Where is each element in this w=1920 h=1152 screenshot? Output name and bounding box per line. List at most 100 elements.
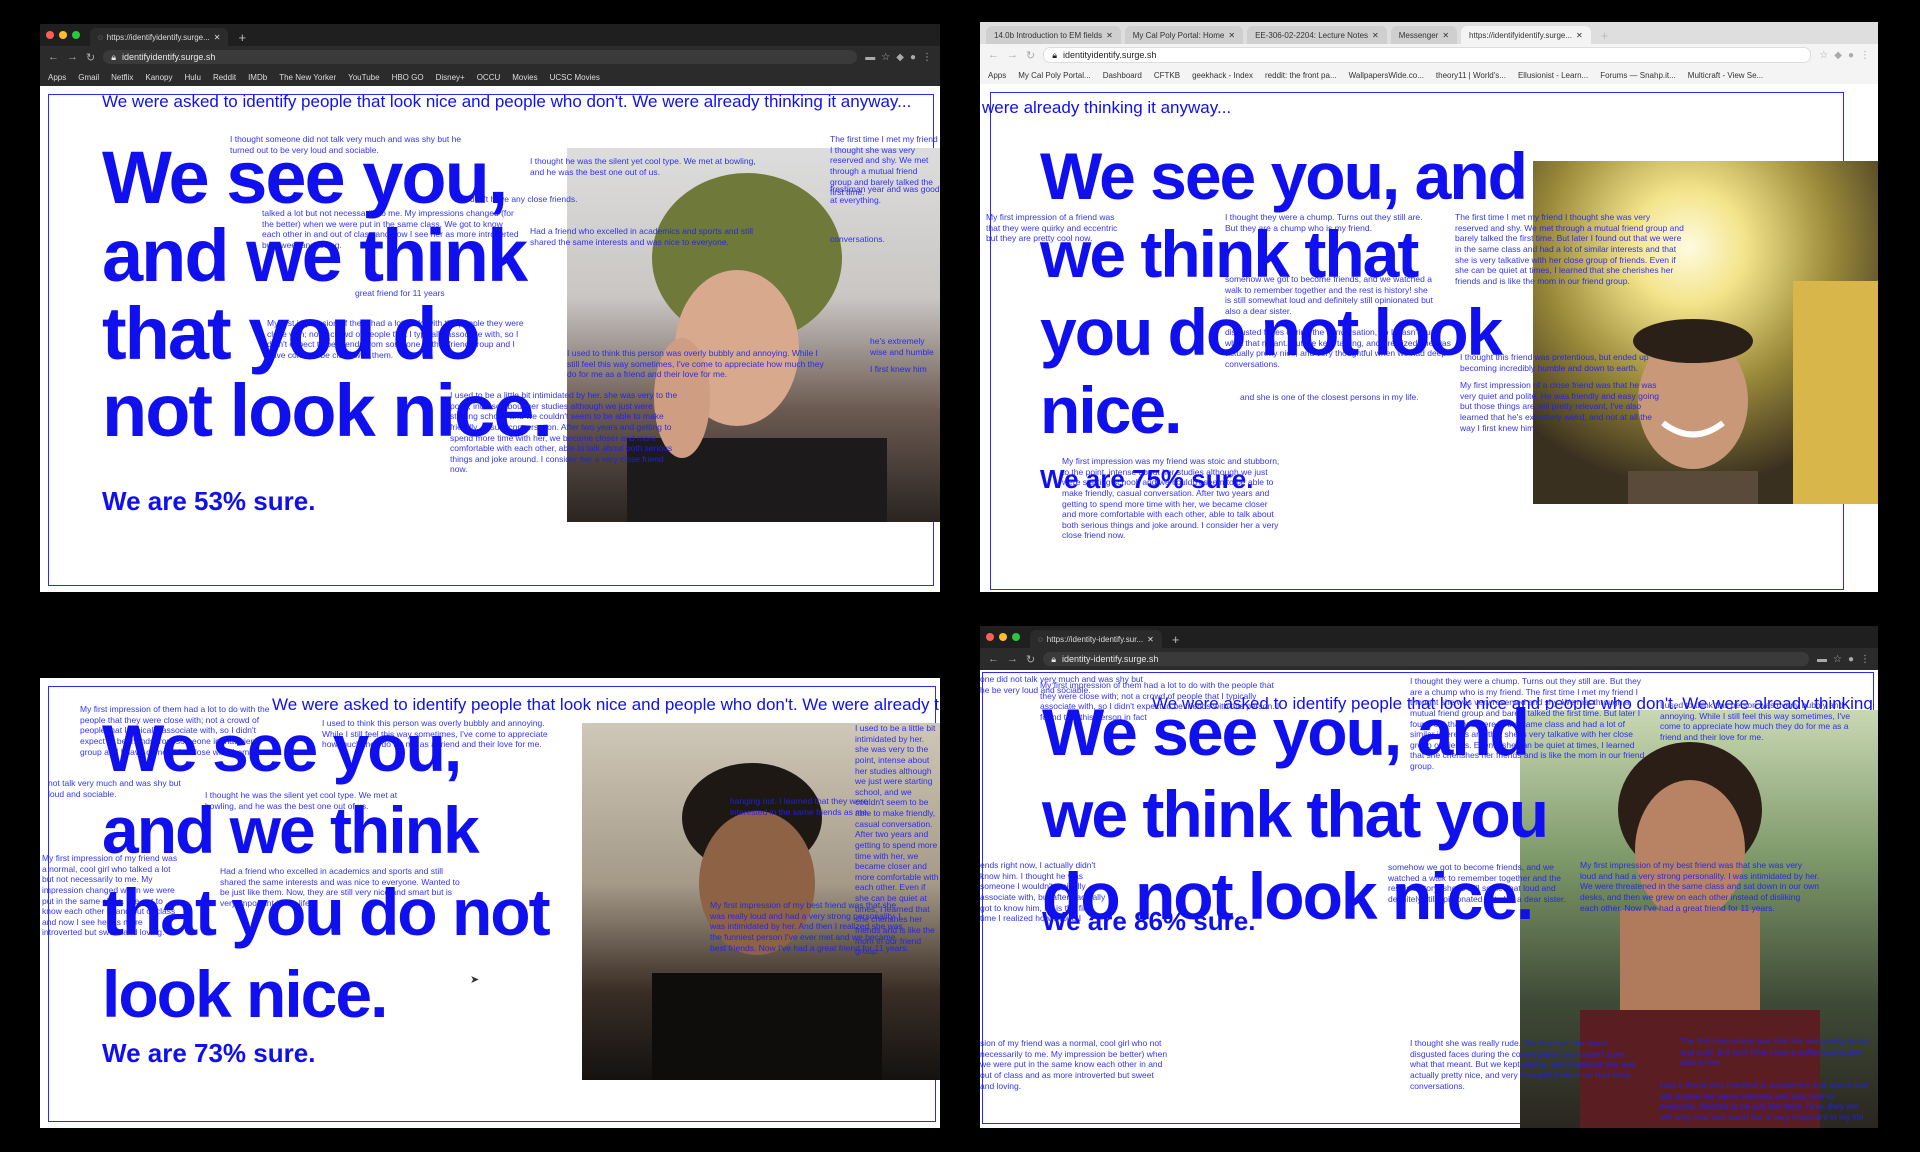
close-tab-icon[interactable]: ✕: [1442, 31, 1449, 40]
close-tab-icon[interactable]: ✕: [214, 33, 221, 42]
star-icon[interactable]: ☆: [1833, 654, 1842, 665]
minimize-window-button[interactable]: [999, 633, 1007, 641]
forward-icon[interactable]: →: [1007, 653, 1018, 665]
extension-icon[interactable]: ◆: [896, 52, 904, 63]
confidence-text: We are 75% sure.: [1040, 464, 1254, 494]
forward-icon[interactable]: →: [67, 51, 78, 63]
lock-icon: 🔒︎: [1051, 653, 1057, 664]
profile-avatar[interactable]: ●: [1848, 654, 1854, 665]
new-tab-button[interactable]: +: [1595, 26, 1615, 44]
bookmark-item[interactable]: Movies: [512, 73, 537, 82]
impression-text: My first impression of my best friend wa…: [1580, 860, 1820, 913]
bookmark-item[interactable]: The New Yorker: [279, 73, 336, 82]
address-bar-row: ← → ↻ 🔒︎ identity-identify.surge.sh ▬ ☆ …: [980, 648, 1878, 670]
browser-tab[interactable]: 14.0b Introduction to EM fields ✕: [986, 26, 1121, 44]
url-input[interactable]: 🔒︎ identifyidentify.surge.sh: [103, 50, 858, 64]
bookmarks-bar: Apps My Cal Poly Portal... Dashboard CFTKB g…: [980, 66, 1878, 85]
impression-text: freshman year and was good at everything…: [830, 184, 940, 205]
headline-line: nice.: [1040, 373, 1182, 448]
menu-icon[interactable]: ⋮: [922, 52, 932, 63]
close-tab-icon[interactable]: ✕: [1106, 31, 1113, 40]
confidence-text: We are 73% sure.: [102, 1038, 316, 1068]
url-text: identity-identify.surge.sh: [1062, 654, 1159, 664]
extension-icon[interactable]: ◆: [1834, 50, 1842, 61]
headline-line: We see you,: [102, 136, 508, 219]
star-icon[interactable]: ☆: [881, 52, 890, 63]
headline: We see you, and we think that you do not…: [1040, 139, 1528, 448]
web-page: were already thinking it anyway... My fi…: [980, 84, 1878, 592]
close-tab-icon[interactable]: ✕: [1576, 31, 1583, 40]
bookmark-item[interactable]: Netflix: [111, 73, 133, 82]
impression-text: hanging out. I learned that they were in…: [730, 796, 870, 817]
web-page: We were asked to identify people that lo…: [980, 670, 1878, 1128]
profile-avatar[interactable]: ●: [910, 52, 916, 63]
maximize-window-button[interactable]: [1012, 633, 1020, 641]
back-icon[interactable]: ←: [988, 653, 999, 665]
ticker-text: were already thinking it anyway...: [982, 98, 1232, 117]
screenshot-window-4: ◌ https://identity-identify.sur... ✕ + ←…: [980, 626, 1878, 1128]
profile-avatar[interactable]: ●: [1848, 50, 1854, 61]
camera-icon[interactable]: ▬: [1817, 654, 1827, 665]
bookmark-item[interactable]: theory11 | World's...: [1436, 71, 1506, 80]
reload-icon[interactable]: ↻: [86, 51, 95, 64]
reload-icon[interactable]: ↻: [1026, 653, 1035, 666]
bookmark-item[interactable]: HBO GO: [392, 73, 424, 82]
back-icon[interactable]: ←: [988, 49, 999, 61]
camera-icon[interactable]: ▬: [865, 52, 875, 63]
browser-tab[interactable]: Messenger ✕: [1390, 26, 1458, 44]
browser-chrome: 14.0b Introduction to EM fields ✕ My Cal P…: [980, 22, 1878, 85]
bookmark-item[interactable]: Forums — Snahp.it...: [1600, 71, 1676, 80]
close-tab-icon[interactable]: ✕: [1147, 635, 1154, 644]
bookmark-item[interactable]: CFTKB: [1154, 71, 1180, 80]
url-input[interactable]: 🔒︎ identityidentify.surge.sh: [1043, 47, 1812, 63]
star-icon[interactable]: ☆: [1819, 50, 1828, 61]
bookmark-item[interactable]: WallpapersWide.co...: [1349, 71, 1424, 80]
bookmark-item[interactable]: UCSC Movies: [550, 73, 600, 82]
bookmark-item[interactable]: Apps: [988, 71, 1006, 80]
bookmark-item[interactable]: geekhack - Index: [1192, 71, 1253, 80]
browser-tab[interactable]: ◌ https://identifyidentify.surge... ✕: [90, 28, 229, 46]
impression-text: The first impression was that she was pr…: [1680, 1036, 1869, 1068]
tab-bar: 14.0b Introduction to EM fields ✕ My Cal P…: [980, 22, 1878, 44]
close-window-button[interactable]: [986, 633, 994, 641]
tab-title: EE-306-02-2204: Lecture Notes: [1255, 30, 1369, 40]
close-tab-icon[interactable]: ✕: [1372, 31, 1379, 40]
mouse-cursor-icon: ➤: [470, 974, 480, 986]
new-tab-button[interactable]: +: [232, 28, 252, 46]
reload-icon[interactable]: ↻: [1026, 49, 1035, 62]
bookmark-item[interactable]: My Cal Poly Portal...: [1018, 71, 1090, 80]
minimize-window-button[interactable]: [59, 31, 67, 39]
browser-tab[interactable]: EE-306-02-2204: Lecture Notes ✕: [1247, 26, 1387, 44]
bookmark-item[interactable]: Apps: [48, 73, 66, 82]
bookmark-item[interactable]: Hulu: [185, 73, 201, 82]
bookmark-item[interactable]: Kanopy: [145, 73, 172, 82]
bookmark-item[interactable]: Dashboard: [1103, 71, 1142, 80]
close-window-button[interactable]: [46, 31, 54, 39]
bookmark-item[interactable]: Disney+: [436, 73, 465, 82]
screenshot-window-2: 14.0b Introduction to EM fields ✕ My Cal P…: [980, 22, 1878, 592]
bookmark-item[interactable]: Ellusionist - Learn...: [1518, 71, 1588, 80]
ticker-text: We were asked to identify people that lo…: [102, 92, 912, 111]
bookmark-item[interactable]: YouTube: [348, 73, 379, 82]
url-text: identityidentify.surge.sh: [1063, 50, 1157, 60]
tab-bar: ◌ https://identity-identify.sur... ✕ +: [980, 626, 1878, 648]
new-tab-button[interactable]: +: [1166, 630, 1186, 648]
headline: We see you, and we think that you do not…: [1042, 699, 1549, 929]
back-icon[interactable]: ←: [48, 51, 59, 63]
bookmark-item[interactable]: Reddit: [213, 73, 236, 82]
maximize-window-button[interactable]: [72, 31, 80, 39]
bookmark-item[interactable]: Multicraft - View Se...: [1688, 71, 1763, 80]
bookmark-item[interactable]: reddit: the front pa...: [1265, 71, 1337, 80]
menu-icon[interactable]: ⋮: [1860, 654, 1870, 665]
bookmark-item[interactable]: OCCU: [477, 73, 501, 82]
url-input[interactable]: 🔒︎ identity-identify.surge.sh: [1043, 652, 1809, 666]
close-tab-icon[interactable]: ✕: [1228, 31, 1235, 40]
browser-tab[interactable]: https://identifyidentify.surge... ✕: [1461, 26, 1591, 44]
bookmark-item[interactable]: Gmail: [78, 73, 99, 82]
forward-icon[interactable]: →: [1007, 49, 1018, 61]
browser-tab[interactable]: My Cal Poly Portal: Home ✕: [1124, 26, 1244, 44]
browser-tab[interactable]: ◌ https://identity-identify.sur... ✕: [1030, 630, 1162, 648]
menu-icon[interactable]: ⋮: [1860, 50, 1870, 61]
bookmark-item[interactable]: IMDb: [248, 73, 267, 82]
headline-line: We see you, and: [1040, 139, 1528, 213]
